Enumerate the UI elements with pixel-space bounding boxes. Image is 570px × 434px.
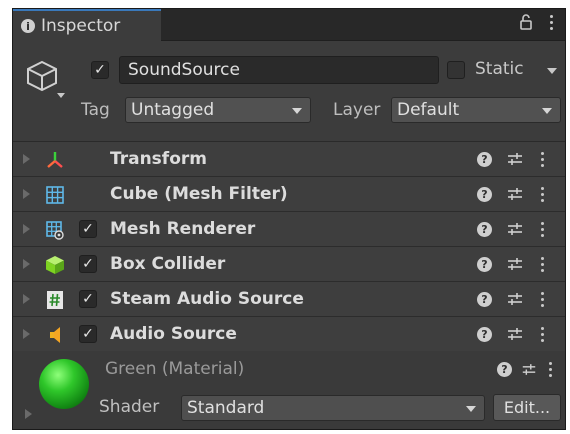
mesh-filter-icon	[46, 186, 64, 204]
component-name: Cube (Mesh Filter)	[110, 184, 288, 204]
component-enabled-checkbox[interactable]: ✓	[79, 290, 97, 308]
gameobject-cube-icon	[27, 60, 57, 92]
tab-menu-icon[interactable]	[547, 14, 555, 30]
component-enabled-checkbox[interactable]: ✓	[79, 255, 97, 273]
foldout-arrow-icon[interactable]	[23, 224, 30, 234]
edit-shader-button[interactable]: Edit...	[493, 394, 561, 421]
shader-value: Standard	[187, 398, 265, 418]
presets-icon[interactable]	[506, 291, 524, 307]
tab-bar: i Inspector	[13, 9, 565, 41]
component-box-collider[interactable]: ✓ Box Collider ?	[13, 247, 565, 282]
help-icon[interactable]: ?	[477, 291, 492, 307]
tag-value: Untagged	[131, 100, 215, 120]
component-menu-icon[interactable]	[538, 256, 546, 272]
shader-dropdown[interactable]: Standard	[181, 395, 485, 421]
transform-icon	[47, 152, 63, 168]
foldout-arrow-icon[interactable]	[23, 154, 30, 164]
chevron-down-icon	[466, 406, 476, 412]
gameobject-name-field[interactable]: SoundSource	[119, 56, 439, 84]
component-audio-source[interactable]: ✓ Audio Source ?	[13, 317, 565, 352]
chevron-down-icon	[542, 108, 552, 114]
presets-icon[interactable]	[506, 151, 524, 167]
component-name: Audio Source	[110, 324, 237, 344]
tab-label: Inspector	[41, 16, 121, 36]
layer-value: Default	[397, 100, 460, 120]
presets-icon[interactable]	[521, 362, 537, 377]
inspector-panel: i Inspector ✓ SoundSource Static Tag Unt…	[12, 8, 566, 430]
component-menu-icon[interactable]	[538, 221, 546, 237]
help-icon[interactable]: ?	[477, 326, 492, 342]
foldout-arrow-icon[interactable]	[23, 329, 30, 339]
presets-icon[interactable]	[506, 186, 524, 202]
lock-icon[interactable]	[519, 14, 533, 30]
icon-dropdown-arrow[interactable]	[57, 93, 65, 98]
box-collider-icon	[46, 256, 64, 274]
material-preview-sphere	[39, 359, 89, 409]
gameobject-header: ✓ SoundSource Static Tag Untagged Layer …	[13, 41, 565, 142]
help-icon[interactable]: ?	[497, 362, 512, 377]
presets-icon[interactable]	[506, 256, 524, 272]
component-menu-icon[interactable]	[538, 291, 546, 307]
help-icon[interactable]: ?	[477, 151, 492, 167]
component-name: Box Collider	[110, 254, 226, 274]
component-name: Steam Audio Source	[110, 289, 304, 309]
presets-icon[interactable]	[506, 221, 524, 237]
component-mesh-filter[interactable]: Cube (Mesh Filter) ?	[13, 177, 565, 212]
material-menu-icon[interactable]	[546, 362, 554, 377]
help-icon[interactable]: ?	[477, 186, 492, 202]
shader-label: Shader	[99, 397, 160, 417]
chevron-down-icon	[292, 108, 302, 114]
component-steam-audio-source[interactable]: ✓ Steam Audio Source ?	[13, 282, 565, 317]
foldout-arrow-icon[interactable]	[25, 409, 32, 419]
layer-dropdown[interactable]: Default	[391, 97, 561, 123]
component-name: Mesh Renderer	[110, 219, 256, 239]
component-menu-icon[interactable]	[538, 151, 546, 167]
foldout-arrow-icon[interactable]	[23, 189, 30, 199]
component-menu-icon[interactable]	[538, 186, 546, 202]
foldout-arrow-icon[interactable]	[23, 259, 30, 269]
audio-source-icon	[50, 327, 60, 343]
foldout-arrow-icon[interactable]	[23, 294, 30, 304]
material-name: Green (Material)	[105, 359, 245, 379]
static-checkbox[interactable]	[447, 61, 465, 79]
active-checkbox[interactable]: ✓	[91, 61, 109, 79]
mesh-renderer-icon	[46, 221, 64, 240]
component-menu-icon[interactable]	[538, 326, 546, 342]
layer-label: Layer	[333, 100, 381, 120]
static-label: Static	[475, 59, 524, 79]
help-icon[interactable]: ?	[477, 256, 492, 272]
tag-dropdown[interactable]: Untagged	[125, 97, 311, 123]
component-transform[interactable]: Transform ?	[13, 142, 565, 177]
component-enabled-checkbox[interactable]: ✓	[79, 220, 97, 238]
tag-label: Tag	[81, 100, 110, 120]
tab-inspector[interactable]: i Inspector	[13, 9, 161, 41]
presets-icon[interactable]	[506, 326, 524, 342]
component-name: Transform	[110, 149, 207, 169]
help-icon[interactable]: ?	[477, 221, 492, 237]
component-mesh-renderer[interactable]: ✓ Mesh Renderer ?	[13, 212, 565, 247]
static-dropdown-arrow[interactable]	[547, 68, 557, 74]
material-section: Green (Material) ? Shader Standard Edit.…	[13, 351, 565, 429]
info-icon: i	[21, 19, 35, 33]
script-icon	[47, 291, 63, 309]
component-enabled-checkbox[interactable]: ✓	[79, 325, 97, 343]
